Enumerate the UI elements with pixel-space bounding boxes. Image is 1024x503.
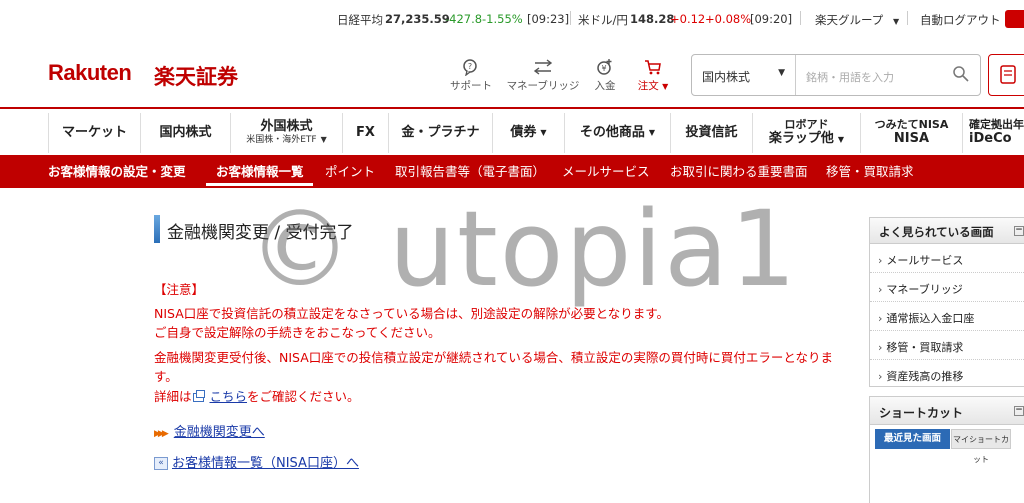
chevron-down-icon: ▼ [648,128,656,138]
support-chat-icon: ? [448,58,494,78]
chevron-right-icon: › [878,283,883,296]
popular-item[interactable]: › 通常振込入金口座 [870,302,1024,331]
svg-text:¥: ¥ [601,64,606,73]
arrow-triple-icon: ▶▶▶ [154,429,169,439]
subnav-important-docs[interactable]: お取引に関わる重要書面 [670,155,808,188]
deposit-icon: ¥ [590,58,620,78]
account-subnav: お客様情報の設定・変更 お客様情報一覧 ポイント 取引報告書等（電子書面） メー… [0,155,1024,188]
popular-item[interactable]: › メールサービス [870,244,1024,273]
subnav-trade-reports[interactable]: 取引報告書等（電子書面） [395,155,545,188]
popular-pages-panel: よく見られている画面 − › メールサービス › マネーブリッジ › 通常振込入金口座 … [869,217,1024,387]
support-button[interactable]: ? サポート [448,58,494,93]
back-arrow-icon: « [154,457,168,470]
bank-transfer-icon [506,58,580,78]
tab-recently-viewed[interactable]: 最近見た画面 [875,429,950,449]
nikkei-label: 日経平均 [337,13,383,27]
notice-line: 金融機関変更受付後、NISA口座での投信積立設定が継続されている場合、積立設定の… [154,350,834,365]
shortcut-title: ショートカット − [870,397,1024,425]
popular-item[interactable]: › マネーブリッジ [870,273,1024,302]
document-button[interactable] [988,54,1024,96]
gnav-gold-platinum[interactable]: 金・プラチナ [388,113,492,153]
nikkei-change: -427.8 [445,12,483,26]
gnav-nisa[interactable]: つみたてNISA NISA [860,113,962,153]
gnav-robo-advisor[interactable]: ロボアド 楽ラップ他 ▼ [752,113,860,153]
popular-item[interactable]: › 移管・買取請求 [870,331,1024,360]
auto-logout-toggle[interactable] [1005,10,1024,28]
detail-link[interactable]: こちら [210,389,248,404]
notice-heading: 【注意】 [154,282,205,297]
chevron-down-icon: ▼ [540,128,547,138]
market-ticker: 日経平均 27,235.59 -427.8 -1.55% [09:23] 米ドル… [0,0,1024,38]
svg-text:?: ? [468,62,472,71]
gnav-fx[interactable]: FX [342,113,388,153]
chevron-right-icon: › [878,254,883,267]
rakuten-securities-logo[interactable]: 楽天証券 [154,61,238,91]
nikkei-time: [09:23] [527,12,570,26]
gnav-foreign-stocks[interactable]: 外国株式 米国株・海外ETF ▼ [230,113,342,153]
gnav-bonds[interactable]: 債券 ▼ [492,113,564,153]
subnav-mail-service[interactable]: メールサービス [562,155,650,188]
back-link-row: « お客様情報一覧（NISA口座）へ [154,452,359,471]
nikkei-value: 27,235.59 [385,12,450,26]
money-bridge-button[interactable]: マネーブリッジ [506,58,580,93]
search-box: 国内株式 ▼ 銘柄・用語を入力 [691,54,981,96]
chevron-down-icon: ▼ [892,17,900,26]
notice-line: ご自身で設定解除の手続きをおこなってください。 [154,325,441,340]
external-window-icon [192,390,205,402]
gnav-ideco[interactable]: 確定拠出年金 iDeCo [962,113,1024,153]
chevron-right-icon: › [878,341,883,354]
search-category-select[interactable]: 国内株式 ▼ [692,55,796,95]
tab-my-shortcuts[interactable]: マイショートカット [951,429,1011,464]
auto-logout-label: 自動ログアウト [920,13,1001,27]
popular-pages-title: よく見られている画面 − [870,218,1024,244]
gnav-market[interactable]: マーケット [48,113,140,153]
order-button[interactable]: 注文 ▼ [634,58,672,93]
detail-note: 詳細は こちらをご確認ください。 [154,389,360,404]
chevron-down-icon: ▼ [662,82,669,91]
collapse-icon[interactable]: − [1014,406,1024,416]
subnav-points[interactable]: ポイント [325,155,375,188]
usdjpy-time: [09:20] [750,12,793,26]
chevron-right-icon: › [878,370,883,383]
usdjpy-pct: +0.08% [705,12,752,26]
chevron-right-icon: › [878,312,883,325]
title-accent-bar [154,215,160,243]
search-input[interactable]: 銘柄・用語を入力 [806,69,894,85]
gnav-other-products[interactable]: その他商品 ▼ [564,113,670,153]
nikkei-pct: -1.55% [482,12,523,26]
chevron-down-icon: ▼ [320,135,327,145]
notice-line: す。 [154,369,178,384]
back-to-account-list-link[interactable]: お客様情報一覧（NISA口座）へ [172,456,359,471]
active-tab-indicator [206,183,313,186]
collapse-icon[interactable]: − [1014,226,1024,236]
global-nav: マーケット 国内株式 外国株式 米国株・海外ETF ▼ FX 金・プラチナ 債券 ▼… [48,113,1024,153]
document-icon [999,64,1019,90]
watermark: © utopia1 [248,188,799,310]
subnav-account-settings[interactable]: お客様情報の設定・変更 [48,155,186,188]
rakuten-logo[interactable]: Rakuten [48,60,132,86]
subnav-transfer-request[interactable]: 移管・買取請求 [826,155,914,188]
usdjpy-value: 148.28 [630,12,675,26]
shortcut-panel: ショートカット − 最近見た画面 マイショートカット [869,396,1024,503]
page: 日経平均 27,235.59 -427.8 -1.55% [09:23] 米ドル… [0,0,1024,503]
header-divider [0,107,1024,109]
gnav-mutual-funds[interactable]: 投資信託 [670,113,752,153]
gnav-domestic-stocks[interactable]: 国内株式 [140,113,230,153]
cart-icon [634,58,672,78]
popular-item[interactable]: › 資産残高の推移 [870,360,1024,389]
change-institution-link-row: ▶▶▶ 金融機関変更へ [154,421,265,440]
chevron-down-icon: ▼ [778,68,785,78]
search-icon[interactable] [952,65,970,87]
change-institution-link[interactable]: 金融機関変更へ [174,425,265,440]
usdjpy-change: +0.12 [670,12,706,26]
chevron-down-icon: ▼ [837,134,845,144]
usdjpy-label: 米ドル/円 [578,13,628,27]
deposit-button[interactable]: ¥ 入金 [590,58,620,93]
group-menu[interactable]: 楽天グループ ▼ [815,12,899,28]
